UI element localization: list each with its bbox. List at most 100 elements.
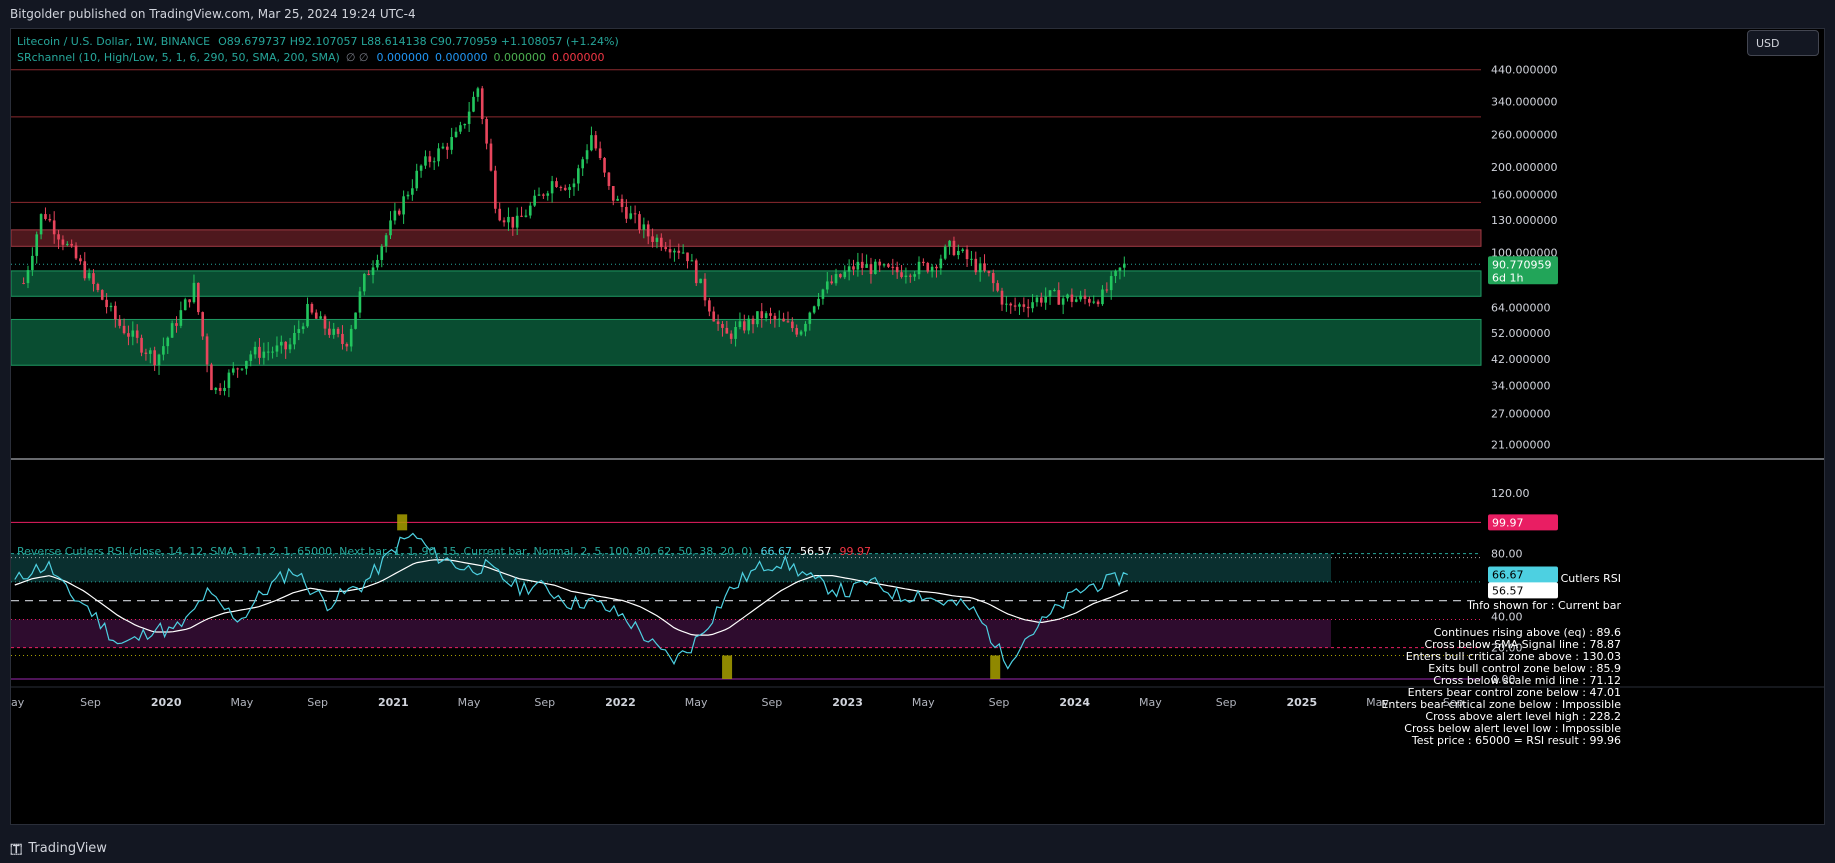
candle-body	[105, 299, 108, 308]
candle-body	[677, 250, 681, 253]
candle-body	[188, 299, 191, 303]
candle-body	[686, 252, 689, 262]
candle-body	[70, 243, 73, 246]
candle-body	[965, 249, 969, 260]
candle-body	[153, 350, 156, 366]
candle-body	[559, 187, 563, 189]
candle-body	[598, 148, 602, 159]
candle-body	[974, 258, 978, 273]
candle-body	[852, 266, 855, 270]
candle-body	[65, 243, 69, 245]
candle-body	[271, 351, 274, 353]
candle-body	[983, 263, 986, 271]
candle-body	[266, 351, 270, 353]
candle-body	[821, 289, 825, 299]
candle-body	[96, 284, 100, 291]
candle-body	[415, 170, 419, 189]
candle-body	[869, 264, 873, 274]
candle-body	[668, 249, 672, 253]
time-tick: 2021	[378, 696, 409, 709]
rsi-tag-sma: 56.57	[1492, 584, 1524, 597]
candle-body	[245, 360, 248, 369]
candle-body	[935, 266, 938, 269]
candle-body	[568, 187, 571, 190]
candle-body	[882, 264, 886, 266]
candle-body	[393, 210, 397, 221]
time-tick: May	[685, 696, 708, 709]
candle-body	[424, 156, 427, 166]
candle-body	[380, 246, 384, 260]
chart-svg[interactable]: 440.000000 340.000000 260.000000 200.000000…	[10, 29, 1824, 824]
price-tick: 27.000000	[1491, 408, 1551, 421]
candle-body	[205, 336, 209, 365]
candle-body	[341, 333, 344, 344]
candle-body	[406, 194, 410, 197]
candle-body	[183, 299, 187, 311]
rsi-tick: 80.00	[1491, 548, 1523, 561]
candle-body	[860, 261, 864, 268]
indicator-legend[interactable]: SRchannel (10, High/Low, 5, 1, 6, 290, 5…	[17, 51, 604, 64]
info-table-row: Test price : 65000 = RSI result : 99.96	[1411, 734, 1621, 747]
candle-body	[450, 137, 453, 150]
candle-body	[218, 387, 222, 391]
candle-body	[1101, 289, 1104, 305]
candle-body	[655, 237, 659, 242]
currency-button[interactable]: USD	[1747, 30, 1819, 56]
rsi-legend[interactable]: Reverse Cutlers RSI (close, 14, 12, SMA,…	[17, 545, 871, 558]
candle-body	[1074, 299, 1078, 302]
support-zone-0	[10, 270, 1482, 297]
candle-body	[839, 274, 842, 278]
bear-control-zone	[11, 619, 1331, 648]
candle-body	[1048, 290, 1052, 297]
candle-body	[1092, 301, 1096, 303]
rsi-tick: 40.00	[1491, 610, 1523, 623]
time-tick: May	[458, 696, 481, 709]
candle-body	[943, 246, 947, 259]
candle-body	[297, 329, 301, 334]
candle-body	[756, 311, 759, 325]
candle-body	[887, 264, 890, 267]
candle-body	[1026, 306, 1030, 309]
candle-body	[83, 261, 87, 279]
candle-body	[922, 261, 925, 264]
candle-body	[1114, 270, 1117, 277]
candle-body	[708, 300, 711, 312]
candle-body	[253, 346, 257, 355]
candle-body	[734, 327, 737, 339]
time-tick: Sep	[307, 696, 328, 709]
candle-body	[376, 259, 379, 268]
candle-body	[620, 198, 624, 207]
candle-body	[162, 346, 165, 355]
candle-body	[1018, 304, 1021, 307]
time-tick: 2025	[1287, 696, 1318, 709]
candle-body	[782, 318, 785, 322]
candle-body	[367, 273, 370, 275]
candle-body	[61, 239, 65, 245]
candle-body	[590, 135, 593, 151]
candle-body	[812, 306, 816, 313]
candle-body	[127, 333, 130, 337]
candle-body	[1079, 295, 1082, 300]
candle-body	[332, 328, 336, 335]
candle-body	[603, 158, 606, 173]
chart-panel[interactable]: 440.000000 340.000000 260.000000 200.000000…	[10, 28, 1825, 825]
candle-body	[585, 150, 589, 160]
candle-body	[511, 216, 515, 228]
candle-body	[978, 263, 982, 273]
rsi-tick: 120.00	[1491, 487, 1530, 500]
candle-body	[140, 337, 143, 353]
footer-brand: TradingView	[28, 841, 107, 856]
candle-body	[502, 220, 506, 223]
candle-body	[673, 250, 676, 253]
candle-body	[472, 96, 475, 112]
time-tick: 2023	[832, 696, 863, 709]
candle-body	[533, 195, 536, 206]
candle-body	[878, 261, 882, 266]
candle-body	[895, 266, 899, 273]
candle-body	[57, 234, 60, 240]
candle-body	[310, 303, 314, 313]
candle-body	[1122, 263, 1126, 268]
candle-body	[135, 330, 139, 338]
symbol-legend[interactable]: Litecoin / U.S. Dollar, 1W, BINANCE O89.6…	[17, 35, 619, 48]
candle-body	[742, 321, 746, 331]
